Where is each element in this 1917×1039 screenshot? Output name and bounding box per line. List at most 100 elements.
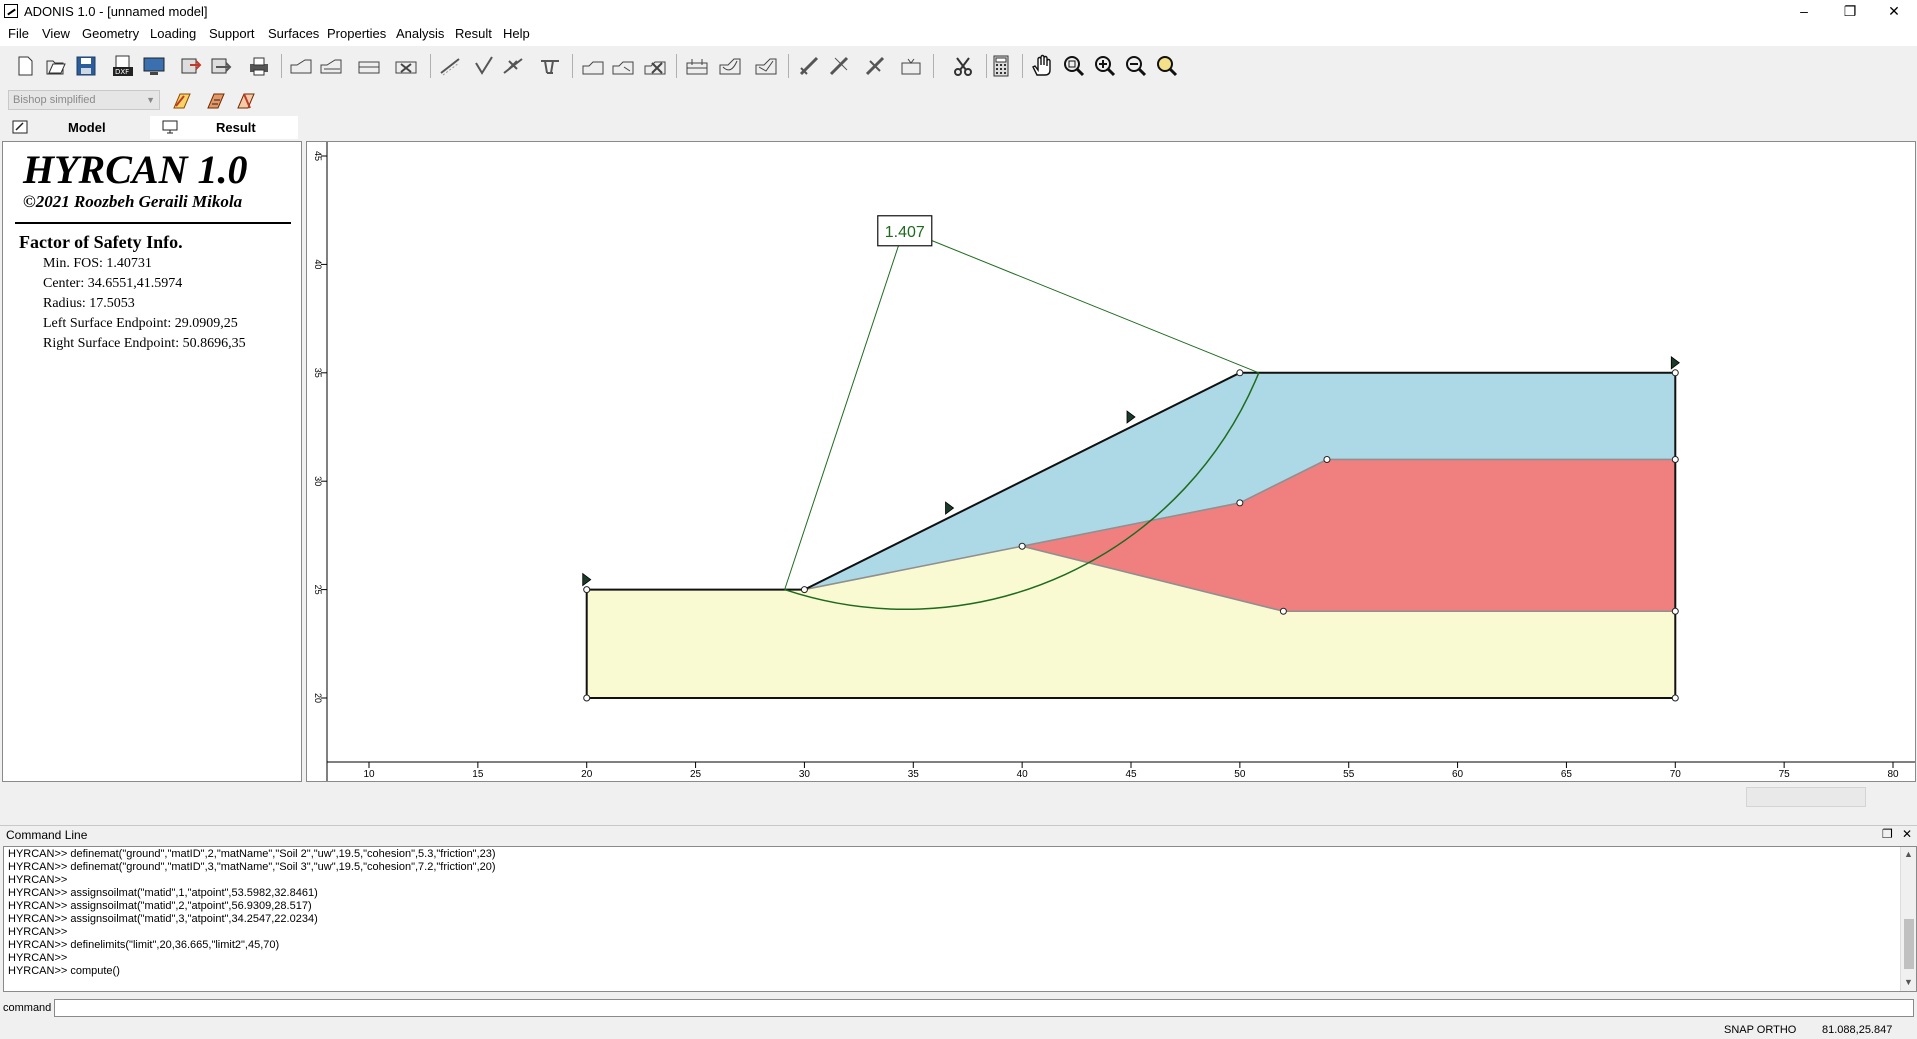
scroll-thumb[interactable] [1904,919,1914,969]
x-tick-label: 25 [690,769,702,780]
command-input[interactable] [54,999,1914,1017]
edit-anchor-icon[interactable] [610,53,636,79]
app-logo-icon [4,4,18,18]
right-endpoint: Right Surface Endpoint: 50.8696,35 [43,336,246,351]
close-button[interactable]: ✕ [1871,0,1917,22]
snap-ortho-status[interactable]: SNAP ORTHO [1724,1024,1796,1036]
print-icon[interactable] [246,53,272,79]
command-history-line: HYRCAN>> assignsoilmat("matid",3,"atpoin… [8,913,318,925]
model-canvas[interactable]: 10 15 20 25 30 35 40 45 50 55 60 65 70 75 80 45 40 35 30 25… [306,141,1916,782]
add-anchor-icon[interactable] [580,53,606,79]
boundary-edit-icon[interactable] [318,53,344,79]
vertex-marker [1279,607,1287,615]
tension-crack-icon[interactable] [500,53,526,79]
command-scrollbar[interactable]: ▲ ▼ [1900,847,1916,991]
results-icon[interactable] [204,88,228,112]
noncircular-surface-icon[interactable] [753,53,779,79]
command-history-line: HYRCAN>> assignsoilmat("matid",1,"atpoin… [8,887,318,899]
main-toolbar: DXF [0,46,1917,86]
menu-analysis[interactable]: Analysis [396,26,444,41]
vertex-marker [1671,694,1679,702]
svg-text:DXF: DXF [115,68,129,76]
monitor-icon [162,120,178,134]
divider [15,222,291,224]
command-output: HYRCAN>> definemat("ground","matID",2,"m… [3,846,1917,992]
x-tick-label: 65 [1561,769,1573,780]
minimize-button[interactable]: – [1781,0,1827,22]
command-input-row: command [0,997,1917,1019]
chevron-down-icon: ▼ [146,95,155,105]
analysis-toolbar: Bishop simplified ▼ [0,86,1917,114]
menu-loading[interactable]: Loading [150,26,196,41]
scroll-down-icon[interactable]: ▼ [1904,977,1913,987]
restore-button[interactable]: ❐ [1827,0,1873,22]
zoom-in-icon[interactable] [1092,53,1118,79]
delete-surface-icon[interactable] [862,53,888,79]
command-history-line: HYRCAN>> definemat("ground","matID",2,"m… [8,848,496,860]
zoom-out-icon[interactable] [1123,53,1149,79]
distributed-load-icon[interactable] [537,53,563,79]
focus-search-icon[interactable] [898,53,924,79]
slope-limit-flag [1670,356,1680,370]
x-tick-label: 80 [1887,769,1899,780]
menu-file[interactable]: File [8,26,29,41]
export-all-icon[interactable] [208,53,234,79]
boundary-icon[interactable] [288,53,314,79]
zoom-extents-icon[interactable] [1061,53,1087,79]
menu-view[interactable]: View [42,26,70,41]
circular-surface-icon[interactable] [717,53,743,79]
menu-properties[interactable]: Properties [327,26,386,41]
interpret-icon[interactable] [234,88,258,112]
piezo-line-icon[interactable] [470,53,496,79]
tab-model[interactable]: Model [0,116,150,139]
menu-geometry[interactable]: Geometry [82,26,139,41]
analysis-method-value: Bishop simplified [13,94,96,106]
slip-radius: Radius: 17.5053 [43,296,135,311]
material-boundary-icon[interactable] [356,53,382,79]
menu-bar: File View Geometry Loading Support Surfa… [0,22,1917,46]
slope-limits-icon[interactable] [684,53,710,79]
vertex-marker [1671,456,1679,464]
tab-result-label: Result [216,120,256,135]
x-tick-label: 75 [1779,769,1791,780]
tab-result[interactable]: Result [150,116,298,139]
import-dxf-icon[interactable]: DXF [110,53,136,79]
command-history-line: HYRCAN>> definelimits("limit",20,36.665,… [8,939,280,951]
command-history-line: HYRCAN>> definemat("ground","matID",3,"m… [8,861,496,873]
left-endpoint: Left Surface Endpoint: 29.0909,25 [43,316,238,331]
analysis-method-select[interactable]: Bishop simplified ▼ [8,90,160,110]
grid-icon[interactable] [796,53,822,79]
y-tick-label: 35 [313,368,323,378]
scroll-up-icon[interactable]: ▲ [1904,849,1913,859]
delete-anchor-icon[interactable] [642,53,668,79]
pan-hand-icon[interactable] [1029,53,1055,79]
slope-limit-flag [1126,410,1136,424]
calculator-icon[interactable] [988,53,1014,79]
float-panel-icon[interactable]: ❐ [1882,827,1893,841]
monitor-icon[interactable] [141,53,167,79]
compute-icon[interactable] [170,88,194,112]
export-icon[interactable] [178,53,204,79]
slip-center: Center: 34.6551,41.5974 [43,276,183,291]
vertex-marker [583,694,591,702]
menu-support[interactable]: Support [209,26,255,41]
vertex-marker [1236,369,1244,377]
command-history-line: HYRCAN>> [8,926,68,938]
menu-help[interactable]: Help [503,26,530,41]
slope-limit-flag [582,572,592,587]
close-panel-icon[interactable]: ✕ [1902,827,1912,841]
scissors-icon[interactable] [950,53,976,79]
line-icon[interactable] [826,53,852,79]
save-icon[interactable] [73,53,99,79]
menu-surfaces[interactable]: Surfaces [268,26,319,41]
open-file-icon[interactable] [42,53,68,79]
slope-drawing[interactable]: 10 15 20 25 30 35 40 45 50 55 60 65 70 75 80 45 40 35 30 25… [307,142,1915,781]
y-axis-band [307,142,327,781]
app-name: HYRCAN 1.0 [23,147,248,192]
y-tick-label: 40 [313,259,323,269]
menu-result[interactable]: Result [455,26,492,41]
water-table-icon[interactable] [437,53,463,79]
new-file-icon[interactable] [12,53,38,79]
zoom-window-icon[interactable] [1154,53,1180,79]
delete-boundary-icon[interactable] [393,53,419,79]
